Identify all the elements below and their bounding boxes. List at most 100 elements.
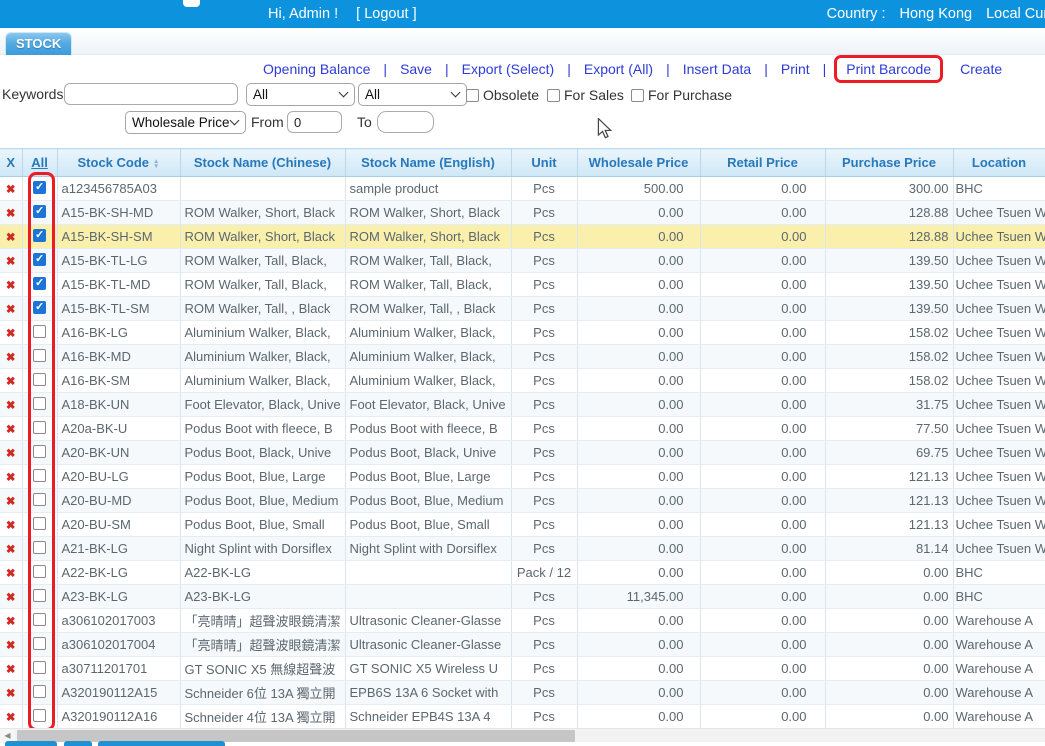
row-checkbox[interactable] bbox=[33, 661, 46, 674]
delete-row-icon[interactable]: ✖ bbox=[6, 520, 16, 532]
cell-name-chinese: ROM Walker, Short, Black bbox=[180, 225, 345, 249]
cell-unit: Pcs bbox=[511, 177, 577, 201]
header-stock-code[interactable]: Stock Code▲▼ bbox=[57, 149, 180, 177]
toolbar-link-export-all-[interactable]: Export (All) bbox=[584, 61, 653, 77]
header-purchase-price[interactable]: Purchase Price bbox=[825, 149, 953, 177]
header-stock-name-chinese[interactable]: Stock Name (Chinese) bbox=[180, 149, 345, 177]
row-checkbox[interactable] bbox=[33, 277, 46, 290]
row-checkbox[interactable] bbox=[33, 613, 46, 626]
delete-row-icon[interactable]: ✖ bbox=[6, 616, 16, 628]
row-checkbox[interactable] bbox=[33, 565, 46, 578]
delete-row-icon[interactable]: ✖ bbox=[6, 232, 16, 244]
table-row: ✖ A22-BK-LG A22-BK-LG Pack / 12 0.00 0.0… bbox=[0, 561, 1045, 585]
delete-row-icon[interactable]: ✖ bbox=[6, 304, 16, 316]
delete-row-icon[interactable]: ✖ bbox=[6, 496, 16, 508]
row-checkbox[interactable] bbox=[33, 469, 46, 482]
header-select-all[interactable]: All bbox=[22, 149, 57, 177]
header-delete-all[interactable]: X bbox=[0, 149, 22, 177]
row-checkbox[interactable] bbox=[33, 517, 46, 530]
cell-name-chinese: ROM Walker, Short, Black bbox=[180, 201, 345, 225]
row-checkbox[interactable] bbox=[33, 397, 46, 410]
row-checkbox[interactable] bbox=[33, 205, 46, 218]
bottom-button-partial[interactable] bbox=[5, 741, 57, 746]
currency-label: Local Curr bbox=[986, 6, 1045, 22]
price-from-input[interactable] bbox=[287, 111, 342, 133]
row-checkbox[interactable] bbox=[33, 349, 46, 362]
delete-row-icon[interactable]: ✖ bbox=[6, 376, 16, 388]
category-select-2[interactable]: All bbox=[358, 83, 467, 106]
cell-unit: Pcs bbox=[511, 681, 577, 705]
table-row: ✖ A21-BK-LG Night Splint with Dorsiflex … bbox=[0, 537, 1045, 561]
cell-purchase-price: 0.00 bbox=[825, 609, 953, 633]
price-type-select[interactable]: Wholesale Price bbox=[125, 111, 246, 134]
delete-row-icon[interactable]: ✖ bbox=[6, 184, 16, 196]
price-to-input[interactable] bbox=[377, 111, 434, 133]
cell-purchase-price: 128.88 bbox=[825, 201, 953, 225]
toolbar-link-print-barcode[interactable]: Print Barcode bbox=[834, 55, 943, 83]
row-checkbox[interactable] bbox=[33, 373, 46, 386]
header-wholesale-price[interactable]: Wholesale Price bbox=[577, 149, 700, 177]
checkbox[interactable] bbox=[631, 89, 644, 102]
row-checkbox[interactable] bbox=[33, 421, 46, 434]
delete-row-icon[interactable]: ✖ bbox=[6, 592, 16, 604]
header-location[interactable]: Location bbox=[953, 149, 1045, 177]
checkbox[interactable] bbox=[547, 89, 560, 102]
cell-name-english: ROM Walker, Short, Black bbox=[345, 225, 511, 249]
checkbox[interactable] bbox=[466, 89, 479, 102]
delete-row-icon[interactable]: ✖ bbox=[6, 256, 16, 268]
delete-row-icon[interactable]: ✖ bbox=[6, 664, 16, 676]
header-retail-price[interactable]: Retail Price bbox=[700, 149, 825, 177]
cell-stock-code: A21-BK-LG bbox=[57, 537, 180, 561]
row-checkbox[interactable] bbox=[33, 253, 46, 266]
row-checkbox[interactable] bbox=[33, 445, 46, 458]
delete-row-icon[interactable]: ✖ bbox=[6, 208, 16, 220]
row-checkbox[interactable] bbox=[33, 181, 46, 194]
row-checkbox[interactable] bbox=[33, 493, 46, 506]
cell-retail-price: 0.00 bbox=[700, 537, 825, 561]
cell-purchase-price: 139.50 bbox=[825, 249, 953, 273]
row-checkbox[interactable] bbox=[33, 637, 46, 650]
toolbar-link-opening-balance[interactable]: Opening Balance bbox=[263, 61, 370, 77]
table-header-row: X All Stock Code▲▼ Stock Name (Chinese) … bbox=[0, 149, 1045, 177]
row-checkbox[interactable] bbox=[33, 301, 46, 314]
cell-purchase-price: 139.50 bbox=[825, 273, 953, 297]
delete-row-icon[interactable]: ✖ bbox=[6, 472, 16, 484]
tab-stock[interactable]: STOCK bbox=[5, 32, 72, 55]
bottom-button-partial[interactable] bbox=[64, 741, 92, 746]
row-checkbox[interactable] bbox=[33, 229, 46, 242]
row-checkbox[interactable] bbox=[33, 709, 46, 722]
delete-row-icon[interactable]: ✖ bbox=[6, 400, 16, 412]
toolbar-link-create[interactable]: Create bbox=[960, 61, 1002, 77]
category-select-1[interactable]: All bbox=[246, 83, 355, 106]
delete-row-icon[interactable]: ✖ bbox=[6, 688, 16, 700]
toolbar-link-insert-data[interactable]: Insert Data bbox=[683, 61, 751, 77]
delete-row-icon[interactable]: ✖ bbox=[6, 328, 16, 340]
row-checkbox[interactable] bbox=[33, 541, 46, 554]
delete-row-icon[interactable]: ✖ bbox=[6, 712, 16, 724]
keywords-input[interactable] bbox=[64, 83, 238, 105]
delete-row-icon[interactable]: ✖ bbox=[6, 568, 16, 580]
delete-row-icon[interactable]: ✖ bbox=[6, 352, 16, 364]
delete-row-icon[interactable]: ✖ bbox=[6, 448, 16, 460]
toolbar-link-export-select-[interactable]: Export (Select) bbox=[462, 61, 555, 77]
row-checkbox[interactable] bbox=[33, 685, 46, 698]
delete-row-icon[interactable]: ✖ bbox=[6, 424, 16, 436]
row-checkbox[interactable] bbox=[33, 325, 46, 338]
row-checkbox[interactable] bbox=[33, 589, 46, 602]
cell-wholesale-price: 0.00 bbox=[577, 249, 700, 273]
delete-row-icon[interactable]: ✖ bbox=[6, 544, 16, 556]
header-stock-name-english[interactable]: Stock Name (English) bbox=[345, 149, 511, 177]
bottom-button-partial[interactable] bbox=[98, 741, 225, 746]
header-unit[interactable]: Unit bbox=[511, 149, 577, 177]
cell-retail-price: 0.00 bbox=[700, 297, 825, 321]
toolbar-link-save[interactable]: Save bbox=[400, 61, 432, 77]
cell-name-chinese: A23-BK-LG bbox=[180, 585, 345, 609]
logout-link[interactable]: [ Logout ] bbox=[356, 6, 416, 22]
table-row: ✖ A15-BK-SH-MD ROM Walker, Short, Black … bbox=[0, 201, 1045, 225]
delete-row-icon[interactable]: ✖ bbox=[6, 280, 16, 292]
cell-stock-code: A15-BK-TL-SM bbox=[57, 297, 180, 321]
delete-row-icon[interactable]: ✖ bbox=[6, 640, 16, 652]
cell-unit: Pcs bbox=[511, 225, 577, 249]
table-row: ✖ A16-BK-SM Aluminium Walker, Black, Alu… bbox=[0, 369, 1045, 393]
toolbar-link-print[interactable]: Print bbox=[781, 61, 810, 77]
